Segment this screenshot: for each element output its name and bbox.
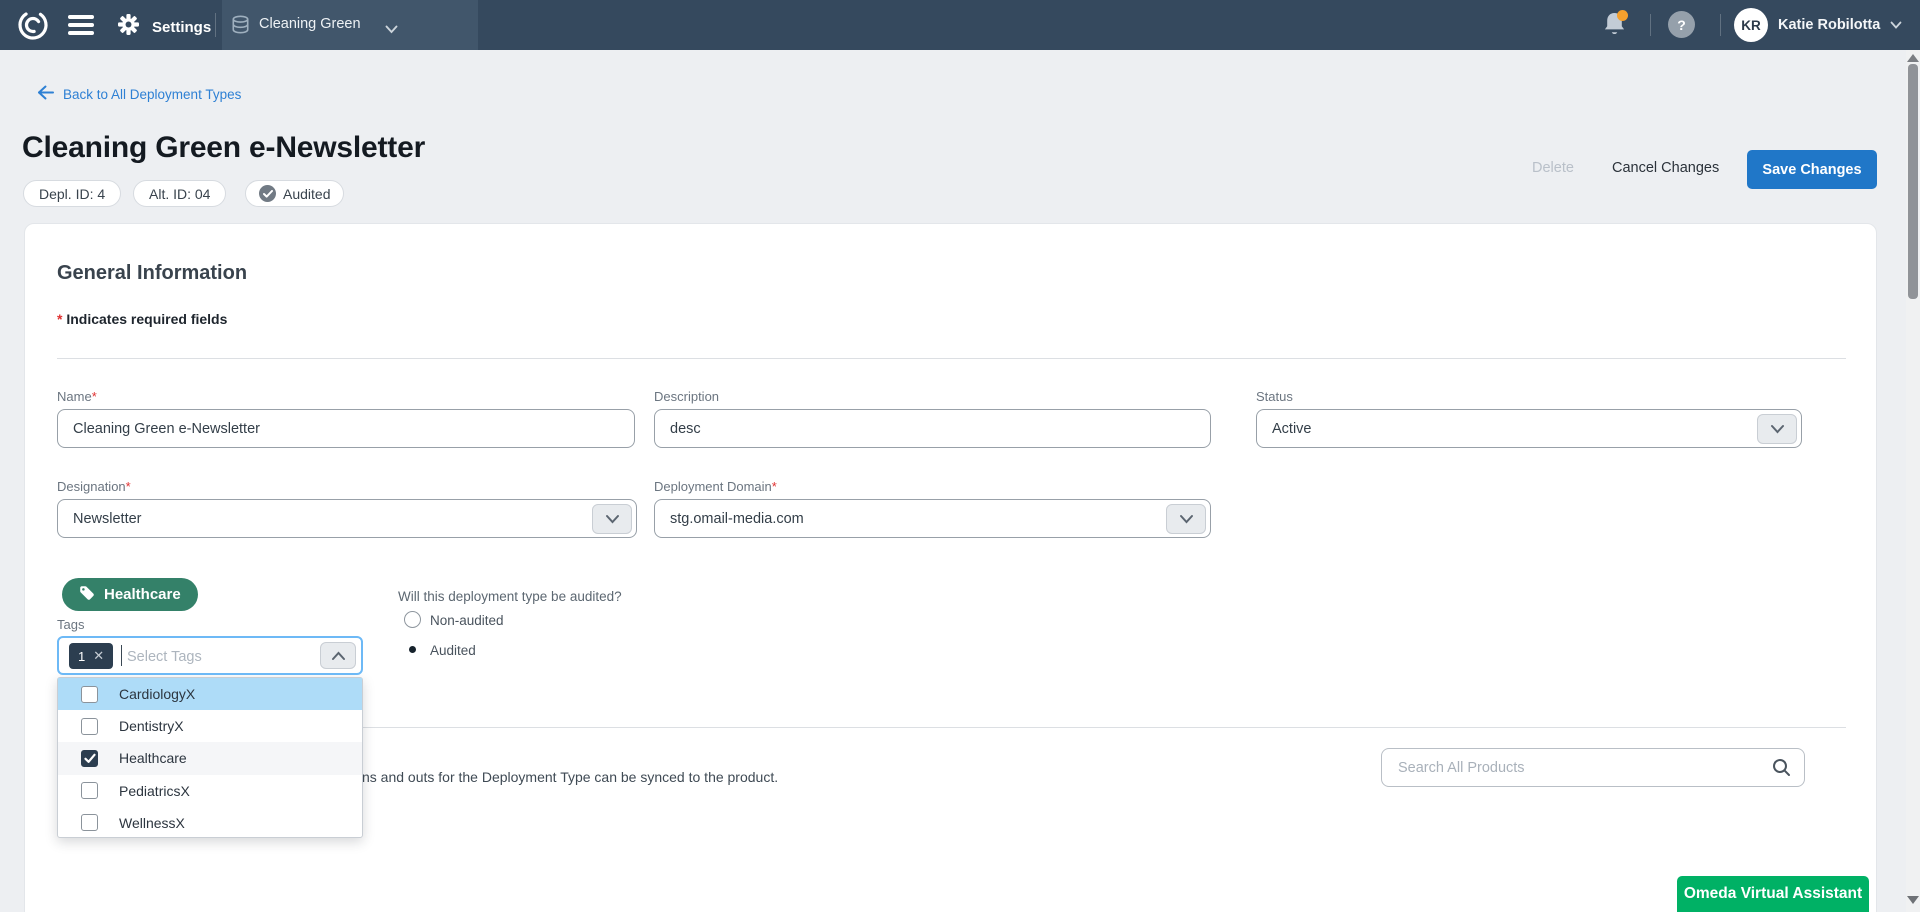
back-link-label: Back to All Deployment Types — [63, 87, 241, 102]
search-icon[interactable] — [1772, 758, 1791, 782]
omeda-logo[interactable] — [14, 6, 52, 49]
domain-field-label: Deployment Domain* — [654, 479, 777, 494]
deployment-domain-select[interactable]: stg.omail-media.com — [654, 499, 1211, 538]
menu-hamburger-icon[interactable] — [68, 15, 94, 35]
chevron-down-icon — [592, 504, 632, 534]
tag-option-label: PediatricsX — [119, 783, 190, 799]
section-title: General Information — [57, 262, 247, 285]
user-menu[interactable]: KR Katie Robilotta — [1734, 8, 1902, 42]
scroll-up-arrow[interactable] — [1907, 54, 1919, 62]
help-button[interactable]: ? — [1668, 11, 1695, 38]
product-search — [1381, 748, 1805, 787]
top-navbar: Settings Cleaning Green — [0, 0, 1920, 50]
badge-alt-id: Alt. ID: 04 — [133, 180, 226, 207]
back-link[interactable]: Back to All Deployment Types — [36, 85, 241, 103]
status-field-label: Status — [1256, 389, 1293, 404]
required-note-label: Indicates required fields — [66, 311, 227, 327]
tag-option-label: WellnessX — [119, 815, 185, 831]
checkbox-checked[interactable] — [81, 750, 98, 767]
arrow-left-icon — [36, 85, 55, 103]
required-star: * — [126, 479, 131, 494]
product-search-input[interactable] — [1381, 748, 1805, 787]
tag-option-cardiologyx[interactable]: CardiologyX — [58, 678, 362, 710]
brand-label: Cleaning Green — [259, 16, 361, 32]
product-sync-note: ns and outs for the Deployment Type can … — [362, 769, 778, 785]
name-field-label: Name* — [57, 389, 97, 404]
designation-field-label: Designation* — [57, 479, 131, 494]
tags-multiselect[interactable]: 1 ✕ — [57, 636, 363, 675]
description-input[interactable] — [654, 409, 1211, 448]
tag-option-label: CardiologyX — [119, 686, 195, 702]
audit-question-label: Will this deployment type be audited? — [398, 589, 622, 604]
page-title: Cleaning Green e-Newsletter — [22, 131, 425, 165]
checkbox-unchecked[interactable] — [81, 718, 98, 735]
nav-divider — [1650, 14, 1651, 36]
tag-option-pediatricsx[interactable]: PediatricsX — [58, 775, 362, 807]
virtual-assistant-button[interactable]: Omeda Virtual Assistant — [1677, 876, 1869, 912]
selected-tag-pill[interactable]: 1 ✕ — [69, 643, 113, 669]
required-star: * — [57, 311, 62, 327]
gear-icon — [118, 14, 139, 40]
tags-dropdown: CardiologyX DentistryX Healthcare Pediat… — [57, 677, 363, 838]
radio-non-audited-label: Non-audited — [430, 613, 504, 628]
selected-tag-count: 1 — [78, 649, 85, 664]
delete-button[interactable]: Delete — [1532, 160, 1574, 176]
tags-dropdown-toggle[interactable] — [320, 642, 356, 669]
user-name: Katie Robilotta — [1778, 17, 1880, 33]
checkbox-unchecked[interactable] — [81, 782, 98, 799]
cancel-changes-button[interactable]: Cancel Changes — [1612, 160, 1719, 176]
required-star: * — [92, 389, 97, 404]
nav-settings[interactable]: Settings — [118, 14, 211, 40]
scroll-down-arrow[interactable] — [1907, 896, 1919, 904]
chevron-down-icon — [1166, 504, 1206, 534]
checkbox-unchecked[interactable] — [81, 814, 98, 831]
tag-option-dentistryx[interactable]: DentistryX — [58, 710, 362, 742]
chevron-down-icon — [1890, 16, 1902, 34]
status-select[interactable]: Active — [1256, 409, 1802, 448]
chip-label: Healthcare — [104, 586, 181, 603]
save-changes-button[interactable]: Save Changes — [1747, 150, 1877, 189]
chevron-up-icon — [331, 651, 346, 661]
chevron-down-icon — [1757, 414, 1797, 444]
badge-depl-id: Depl. ID: 4 — [23, 180, 121, 207]
tags-search-input[interactable] — [125, 640, 279, 673]
badge-audited-label: Audited — [283, 186, 330, 202]
radio-non-audited[interactable] — [404, 611, 421, 628]
required-star: * — [772, 479, 777, 494]
required-fields-note: * Indicates required fields — [57, 311, 227, 327]
name-input[interactable] — [57, 409, 635, 448]
section-divider — [57, 358, 1846, 359]
scrollbar-track[interactable] — [1906, 50, 1920, 912]
tag-option-wellnessx[interactable]: WellnessX — [58, 807, 362, 839]
scrollbar-thumb[interactable] — [1908, 64, 1918, 299]
description-field-label: Description — [654, 389, 719, 404]
tag-option-label: DentistryX — [119, 718, 184, 734]
text-caret — [121, 645, 122, 666]
chevron-down-icon — [385, 21, 398, 39]
tag-icon — [79, 585, 95, 605]
domain-value: stg.omail-media.com — [670, 511, 804, 527]
check-circle-icon — [259, 185, 276, 202]
page: Settings Cleaning Green — [0, 0, 1920, 912]
tag-option-label: Healthcare — [119, 750, 187, 766]
tag-option-healthcare[interactable]: Healthcare — [58, 742, 362, 774]
tags-label: Tags — [57, 617, 84, 632]
brand-selector[interactable]: Cleaning Green — [222, 0, 478, 50]
radio-audited-label: Audited — [430, 643, 476, 658]
user-avatar: KR — [1734, 8, 1768, 42]
notification-dot — [1617, 10, 1628, 21]
database-icon — [231, 15, 250, 40]
healthcare-tag-chip[interactable]: Healthcare — [62, 578, 198, 611]
designation-value: Newsletter — [73, 511, 142, 527]
remove-tag-x-icon[interactable]: ✕ — [93, 648, 104, 664]
nav-divider — [1720, 14, 1721, 36]
settings-label: Settings — [152, 19, 211, 36]
badge-audited: Audited — [245, 180, 344, 207]
status-value: Active — [1272, 421, 1312, 437]
designation-select[interactable]: Newsletter — [57, 499, 637, 538]
checkbox-unchecked[interactable] — [81, 686, 98, 703]
nav-divider — [215, 13, 216, 37]
bell-icon — [1602, 25, 1627, 42]
notifications-button[interactable] — [1602, 11, 1627, 43]
